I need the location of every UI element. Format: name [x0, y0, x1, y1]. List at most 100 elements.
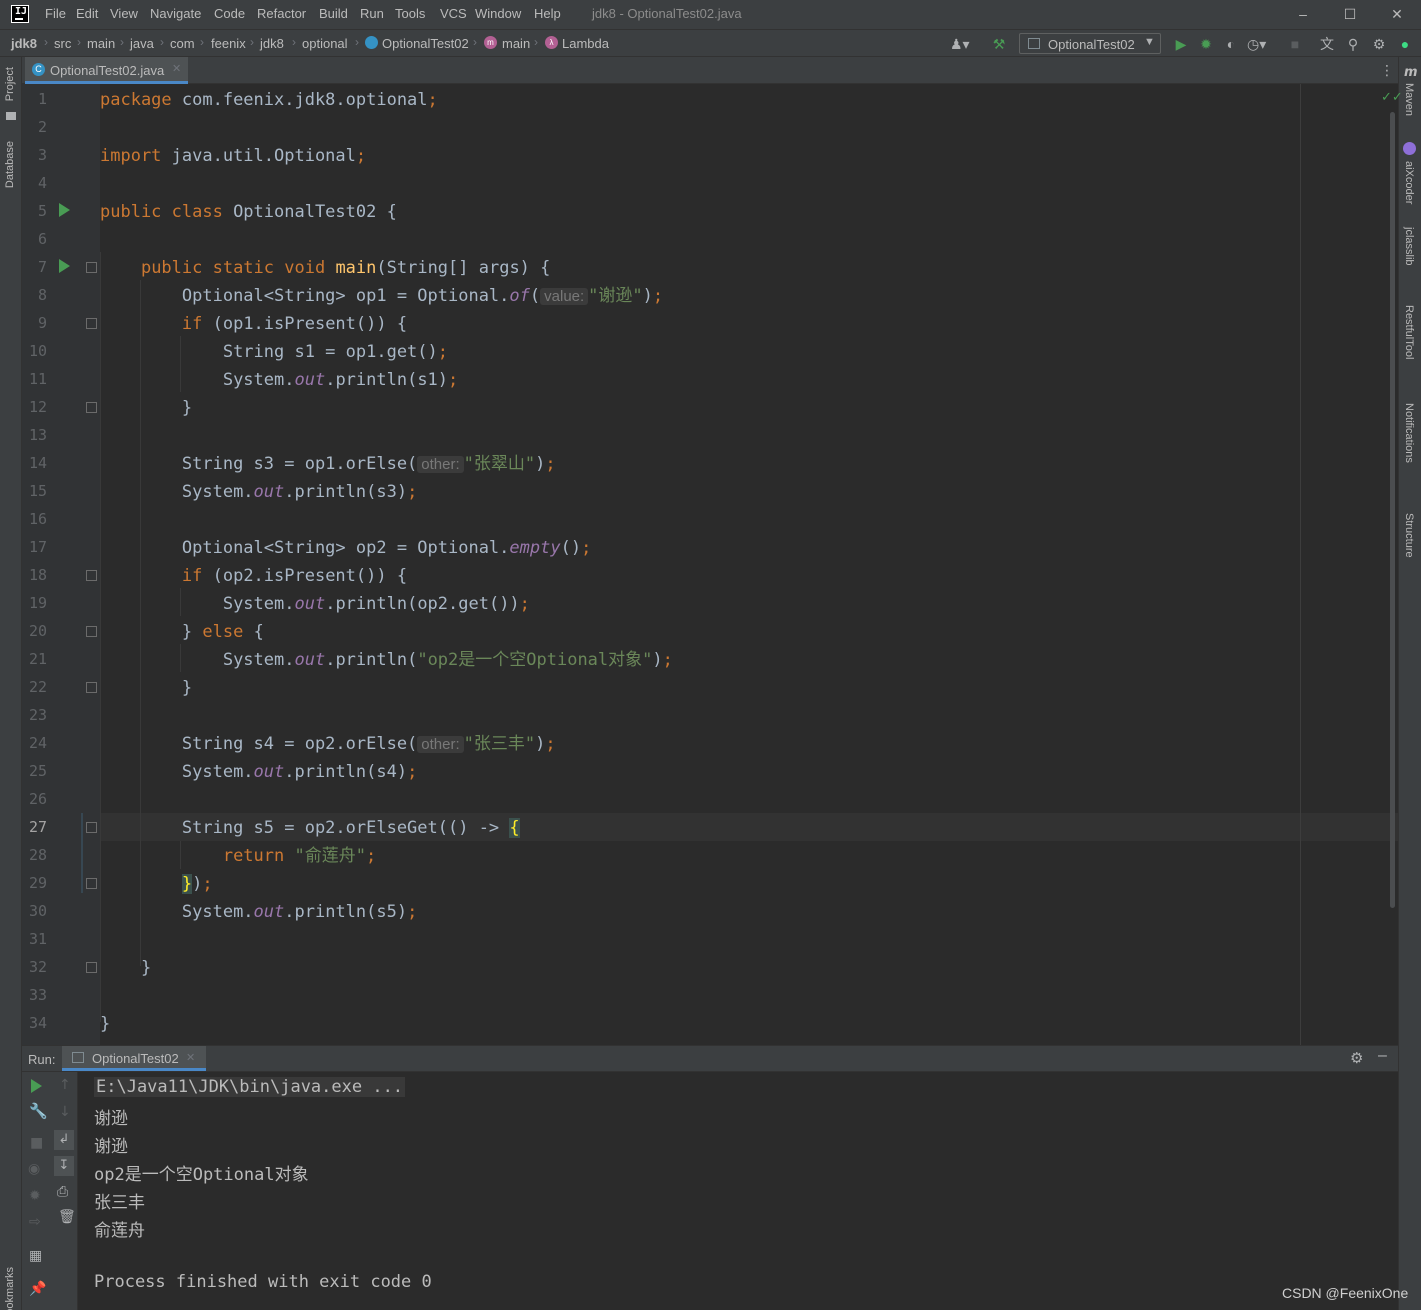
- scroll-to-end-icon[interactable]: ↧: [54, 1156, 74, 1176]
- translate-icon[interactable]: 文: [1318, 35, 1336, 53]
- menu-view[interactable]: View: [110, 6, 138, 21]
- trash-icon[interactable]: 🗑: [58, 1209, 76, 1225]
- run-settings-gear-icon[interactable]: ⚙: [1350, 1049, 1363, 1067]
- close-icon[interactable]: ✕: [1387, 4, 1407, 24]
- project-tool-button[interactable]: Project: [4, 67, 16, 101]
- line-number: 34: [28, 1014, 47, 1032]
- toolbox-icon[interactable]: ●: [1396, 35, 1414, 53]
- breadcrumb-class[interactable]: OptionalTest02: [382, 36, 469, 51]
- menu-help[interactable]: Help: [534, 6, 561, 21]
- menu-run[interactable]: Run: [360, 6, 384, 21]
- bookmarks-tool-button[interactable]: Bookmarks: [4, 1267, 16, 1310]
- close-tab-icon[interactable]: ✕: [172, 62, 181, 75]
- menu-tools[interactable]: Tools: [395, 6, 425, 21]
- restfultool-tool-button[interactable]: RestfulTool: [1403, 305, 1415, 359]
- fold-icon[interactable]: [86, 262, 97, 273]
- token: .println(s3): [284, 482, 408, 502]
- maven-tool-button[interactable]: Maven: [1403, 83, 1415, 116]
- aixcoder-tool-button[interactable]: aiXcoder: [1403, 161, 1415, 204]
- menu-code[interactable]: Code: [214, 6, 245, 21]
- run-main-gutter-icon[interactable]: [59, 259, 70, 273]
- token: .println(s5): [284, 902, 408, 922]
- breadcrumb-optional[interactable]: optional: [302, 36, 348, 51]
- breadcrumb-feenix[interactable]: feenix: [211, 36, 246, 51]
- up-arrow-icon[interactable]: ↑: [59, 1077, 71, 1093]
- stop-icon[interactable]: ■: [30, 1135, 43, 1151]
- token: "张三丰": [463, 734, 536, 754]
- print-icon[interactable]: ⎙: [57, 1184, 68, 1200]
- token: .println(: [325, 650, 418, 670]
- code-line-3: import java.util.Optional;: [100, 142, 366, 170]
- editor-scrollbar[interactable]: [1390, 112, 1395, 908]
- exit-icon[interactable]: ⇨: [29, 1214, 41, 1230]
- fold-icon[interactable]: [86, 822, 97, 833]
- inspection-ok-icon[interactable]: ✓✓: [1381, 90, 1403, 105]
- wrench-icon[interactable]: 🔧: [29, 1102, 48, 1120]
- token: System.: [181, 902, 254, 922]
- code-line-17: Optional<String> op2 = Optional.empty();: [100, 534, 591, 562]
- run-tab[interactable]: OptionalTest02 ✕: [62, 1046, 206, 1071]
- run-class-gutter-icon[interactable]: [59, 203, 70, 217]
- database-tool-button[interactable]: Database: [4, 141, 16, 188]
- line-number: 9: [37, 314, 47, 332]
- close-run-tab-icon[interactable]: ✕: [186, 1051, 195, 1064]
- fold-icon[interactable]: [86, 962, 97, 973]
- menu-refactor[interactable]: Refactor: [257, 6, 306, 21]
- line-number: 4: [37, 174, 47, 192]
- menu-file[interactable]: File: [45, 6, 66, 21]
- profiler-icon[interactable]: ◷▾: [1247, 35, 1266, 53]
- breadcrumb-jdk8[interactable]: jdk8: [260, 36, 284, 51]
- user-icon[interactable]: ♟▾: [950, 35, 970, 53]
- search-icon[interactable]: ⚲: [1344, 35, 1362, 53]
- more-options-icon[interactable]: ⋮: [1380, 62, 1394, 79]
- line-number: 21: [28, 650, 47, 668]
- token: return: [222, 846, 285, 866]
- fold-icon[interactable]: [86, 570, 97, 581]
- breadcrumb-src[interactable]: src: [54, 36, 71, 51]
- coverage-icon[interactable]: ◐: [1222, 35, 1240, 53]
- code-editor[interactable]: ✓✓ package com.feenix.jdk8.optional; imp…: [22, 84, 1403, 1045]
- camera-icon[interactable]: ◉: [28, 1161, 40, 1177]
- fold-icon[interactable]: [86, 402, 97, 413]
- build-hammer-icon[interactable]: ⚒: [990, 35, 1008, 53]
- soft-wrap-icon[interactable]: ↲: [54, 1130, 74, 1150]
- breadcrumb-java[interactable]: java: [130, 36, 154, 51]
- tab-optionaltest02[interactable]: C OptionalTest02.java ✕: [25, 57, 188, 84]
- breadcrumb-project[interactable]: jdk8: [11, 36, 37, 51]
- minimize-icon[interactable]: –: [1293, 4, 1313, 24]
- menu-vcs[interactable]: VCS: [440, 6, 467, 21]
- menu-edit[interactable]: Edit: [76, 6, 98, 21]
- hide-panel-icon[interactable]: –: [1378, 1047, 1387, 1065]
- fold-icon[interactable]: [86, 626, 97, 637]
- code-line-34: }: [100, 1010, 110, 1038]
- run-configuration-select[interactable]: OptionalTest02 ▼: [1019, 33, 1161, 54]
- breadcrumb-method[interactable]: main: [502, 36, 530, 51]
- menu-build[interactable]: Build: [319, 6, 348, 21]
- rerun-icon[interactable]: [31, 1079, 42, 1093]
- debug-settings-icon[interactable]: ✹: [29, 1188, 41, 1204]
- menu-window[interactable]: Window: [475, 6, 521, 21]
- layout-icon[interactable]: ▦: [29, 1248, 42, 1264]
- fold-icon[interactable]: [86, 878, 97, 889]
- maximize-icon[interactable]: ☐: [1340, 4, 1360, 24]
- breadcrumb-com[interactable]: com: [170, 36, 195, 51]
- right-tool-stripe: m Maven aiXcoder jclasslib RestfulTool N…: [1398, 57, 1421, 1310]
- breadcrumb-main[interactable]: main: [87, 36, 115, 51]
- stop-icon[interactable]: ■: [1286, 35, 1304, 53]
- down-arrow-icon[interactable]: ↓: [59, 1104, 71, 1120]
- debug-bug-icon[interactable]: ✹: [1197, 35, 1215, 53]
- menu-navigate[interactable]: Navigate: [150, 6, 201, 21]
- pin-icon[interactable]: 📌: [29, 1281, 46, 1297]
- notifications-tool-button[interactable]: Notifications: [1403, 403, 1415, 463]
- code-line-5: public class OptionalTest02 {: [100, 198, 397, 226]
- breadcrumb-lambda[interactable]: Lambda: [562, 36, 609, 51]
- fold-icon[interactable]: [86, 682, 97, 693]
- editor-tab-bar: C OptionalTest02.java ✕ ⋮: [22, 57, 1398, 84]
- jclasslib-tool-button[interactable]: jclasslib: [1403, 227, 1415, 266]
- console-output-line: 俞莲舟: [94, 1221, 145, 1241]
- intellij-logo-icon[interactable]: IJ: [11, 5, 29, 23]
- run-icon[interactable]: ▶: [1172, 35, 1190, 53]
- structure-tool-button[interactable]: Structure: [1403, 513, 1415, 558]
- settings-gear-icon[interactable]: ⚙: [1370, 35, 1388, 53]
- fold-icon[interactable]: [86, 318, 97, 329]
